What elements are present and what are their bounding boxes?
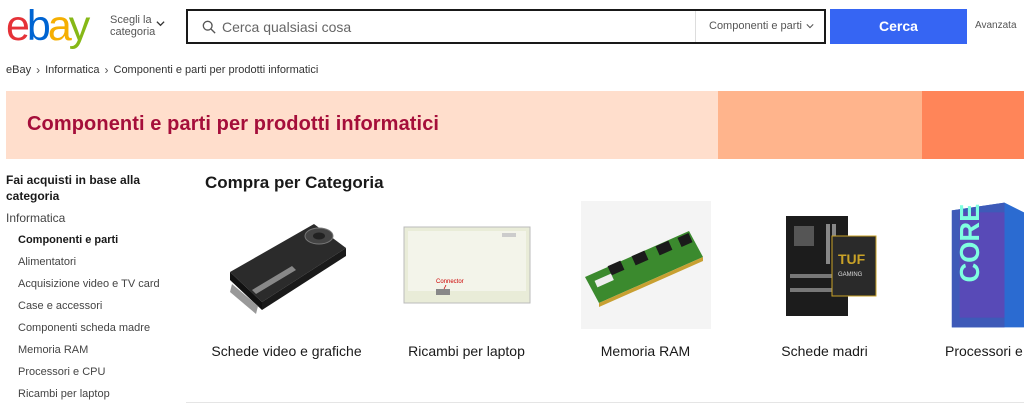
motherboard-image: TUF GAMING (760, 201, 890, 329)
sidebar-item-componenti-scheda-madre[interactable]: Componenti scheda madre (18, 322, 176, 344)
logo-letter-b: b (26, 2, 51, 50)
logo-letter-e: e (6, 2, 30, 50)
category-label: Processori e (945, 343, 1023, 359)
logo-letter-y: y (68, 2, 90, 50)
svg-text:TUF: TUF (838, 251, 866, 267)
laptop-screen-image: Connector (402, 201, 532, 329)
section-title: Compra per Categoria (205, 173, 384, 192)
sidebar-item-processori-e-cpu[interactable]: Processori e CPU (18, 366, 176, 388)
search-bar: Componenti e parti (186, 9, 826, 44)
search-button[interactable]: Cerca (830, 9, 967, 44)
chevron-down-icon (806, 24, 814, 29)
category-card-ricambi-laptop[interactable]: Connector Ricambi per laptop (379, 201, 554, 362)
category-card-schede-video[interactable]: Schede video e grafiche (199, 201, 374, 362)
svg-text:Connector: Connector (436, 279, 464, 285)
breadcrumb-separator-icon: › (36, 63, 41, 77)
advanced-search-link[interactable]: Avanzata (975, 20, 1017, 31)
sidebar-item-componenti-e-parti[interactable]: Componenti e parti (18, 234, 176, 256)
graphics-card-image (222, 201, 352, 329)
category-card-memoria-ram[interactable]: Memoria RAM (558, 201, 733, 362)
svg-text:GAMING: GAMING (838, 272, 863, 278)
category-label: Schede madri (781, 343, 868, 359)
breadcrumb-ebay[interactable]: eBay (6, 64, 31, 76)
banner-decoration (718, 91, 922, 159)
category-sidebar: Fai acquisti in base alla categoria Info… (6, 172, 176, 409)
banner-decoration (922, 91, 1024, 159)
search-category-select[interactable]: Componenti e parti (695, 11, 826, 42)
cpu-box-image: CORE (924, 201, 1024, 329)
svg-text:CORE: CORE (954, 204, 985, 283)
chevron-down-icon (156, 21, 165, 27)
category-label: Ricambi per laptop (408, 343, 525, 359)
search-category-value: Componenti e parti (709, 20, 802, 32)
category-card-schede-madri[interactable]: TUF GAMING Schede madri (737, 201, 912, 362)
category-card-processori[interactable]: CORE Processori e (924, 201, 1024, 362)
search-icon (202, 20, 216, 34)
category-picker-label: Scegli la categoria (110, 14, 156, 38)
category-label: Memoria RAM (600, 343, 691, 359)
sidebar-parent-informatica[interactable]: Informatica (6, 211, 176, 225)
logo-letter-a: a (47, 2, 72, 50)
category-label: Schede video e grafiche (211, 343, 362, 359)
breadcrumb: eBay › Informatica › Componenti e parti … (6, 63, 318, 77)
sidebar-item-case-e-accessori[interactable]: Case e accessori (18, 300, 176, 322)
breadcrumb-informatica[interactable]: Informatica (45, 64, 99, 76)
sidebar-list: Componenti e parti Alimentatori Acquisiz… (6, 234, 176, 409)
sidebar-heading: Fai acquisti in base alla categoria (6, 173, 141, 203)
breadcrumb-current: Componenti e parti per prodotti informat… (113, 64, 319, 76)
sidebar-item-memoria-ram[interactable]: Memoria RAM (18, 344, 176, 366)
ebay-logo[interactable]: ebay (6, 2, 90, 50)
divider (186, 402, 1024, 403)
sidebar-item-ricambi-per-laptop[interactable]: Ricambi per laptop (18, 388, 176, 409)
category-picker[interactable]: Scegli la categoria (110, 14, 172, 38)
page-title: Componenti e parti per prodotti informat… (27, 113, 440, 135)
search-input[interactable] (222, 15, 682, 39)
breadcrumb-separator-icon: › (104, 63, 109, 77)
category-banner: Componenti e parti per prodotti informat… (6, 91, 1024, 159)
ram-module-image (580, 201, 711, 329)
sidebar-item-acquisizione-video[interactable]: Acquisizione video e TV card (18, 278, 176, 300)
sidebar-item-alimentatori[interactable]: Alimentatori (18, 256, 176, 278)
